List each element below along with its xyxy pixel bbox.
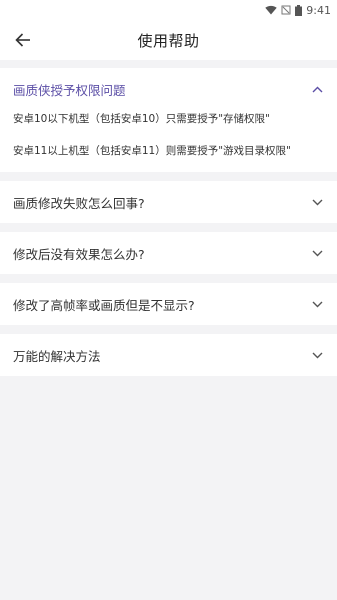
faq-question-row[interactable]: 画质侠授予权限问题 — [0, 68, 337, 110]
signal-off-icon — [281, 5, 291, 15]
faq-question: 修改后没有效果怎么办? — [13, 246, 145, 262]
arrow-left-icon — [15, 33, 30, 47]
faq-item: 修改后没有效果怎么办? — [0, 232, 337, 274]
faq-question: 画质侠授予权限问题 — [13, 82, 126, 98]
back-button[interactable] — [12, 29, 34, 51]
faq-question-row[interactable]: 修改后没有效果怎么办? — [0, 232, 337, 274]
faq-question: 万能的解决方法 — [13, 348, 101, 364]
chevron-down-icon — [310, 297, 324, 311]
faq-question: 画质修改失败怎么回事? — [13, 195, 145, 211]
battery-icon — [295, 4, 303, 16]
faq-answer: 安卓10以下机型（包括安卓10）只需要授予"存储权限" 安卓11以上机型（包括安… — [0, 110, 337, 172]
chevron-up-icon — [310, 82, 324, 96]
faq-question: 修改了高帧率或画质但是不显示? — [13, 297, 195, 313]
faq-answer-line: 安卓10以下机型（包括安卓10）只需要授予"存储权限" — [13, 113, 270, 125]
app-header: 使用帮助 — [0, 20, 337, 60]
faq-item: 画质修改失败怎么回事? — [0, 181, 337, 223]
help-page: 9:41 使用帮助 画质侠授予权限问题 安卓10以下机型（包括安卓10）只需要授… — [0, 0, 337, 600]
spacer — [0, 60, 337, 68]
status-bar: 9:41 — [0, 0, 337, 20]
faq-question-row[interactable]: 万能的解决方法 — [0, 334, 337, 376]
wifi-icon — [265, 5, 277, 15]
status-time: 9:41 — [306, 3, 331, 17]
faq-answer-line: 安卓11以上机型（包括安卓11）则需要授予"游戏目录权限" — [13, 145, 291, 157]
chevron-down-icon — [310, 246, 324, 260]
chevron-down-icon — [310, 195, 324, 209]
faq-item: 万能的解决方法 — [0, 334, 337, 376]
faq-question-row[interactable]: 画质修改失败怎么回事? — [0, 181, 337, 223]
faq-question-row[interactable]: 修改了高帧率或画质但是不显示? — [0, 283, 337, 325]
faq-item: 画质侠授予权限问题 安卓10以下机型（包括安卓10）只需要授予"存储权限" 安卓… — [0, 68, 337, 172]
chevron-down-icon — [310, 348, 324, 362]
faq-item: 修改了高帧率或画质但是不显示? — [0, 283, 337, 325]
page-title: 使用帮助 — [137, 31, 200, 50]
